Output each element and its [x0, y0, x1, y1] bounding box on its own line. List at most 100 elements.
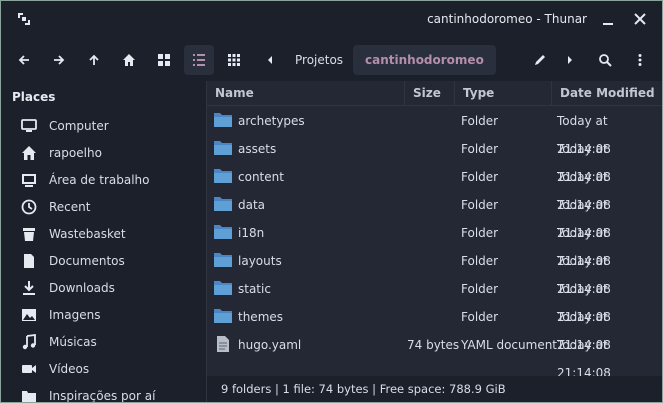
folder-icon: [214, 225, 232, 239]
sidebar-item-documentos[interactable]: Documentos: [21, 249, 125, 273]
file-list: Name Size Type Date Modified archetypes F…: [207, 81, 662, 402]
sidebar-item-label: Vídeos: [49, 362, 90, 376]
file-type: Folder: [461, 198, 499, 212]
computer-icon: [21, 119, 37, 132]
download-icon: [23, 281, 35, 295]
back-button[interactable]: [9, 45, 39, 75]
sidebar-item-label: Músicas: [49, 335, 97, 349]
sidebar-item-label: Recent: [49, 200, 91, 214]
column-header-date-modified[interactable]: Date Modified: [552, 81, 662, 105]
file-row[interactable]: layouts Folder Today at 21:14:08: [207, 247, 662, 296]
file-name: hugo.yaml: [238, 338, 302, 352]
sidebar-item-rapoelho[interactable]: rapoelho: [21, 141, 102, 165]
sidebar-item-label: Imagens: [49, 308, 101, 322]
sidebar-item-label: Documentos: [49, 254, 125, 268]
file-type: Folder: [461, 310, 499, 324]
sidebar-item-v-deos[interactable]: Vídeos: [21, 357, 89, 381]
file-name: themes: [238, 310, 284, 324]
kebab-menu-icon: [638, 54, 642, 66]
arrow-right-icon: [54, 55, 65, 65]
music-icon: [22, 334, 36, 350]
sidebar-item-m-sicas[interactable]: Músicas: [21, 330, 97, 354]
file-name: data: [238, 198, 266, 212]
file-date-modified: Today at 21:14:08: [557, 198, 611, 240]
sidebar-header: Places: [12, 90, 56, 104]
sidebar-item-label: Inspirações por aí: [49, 389, 156, 403]
file-name: static: [238, 282, 271, 296]
document-icon: [24, 254, 34, 268]
pencil-icon: [535, 55, 545, 65]
file-date-modified: Today at 21:14:08: [557, 254, 611, 296]
breadcrumb-current[interactable]: cantinhodoromeo: [353, 45, 496, 75]
close-icon[interactable]: [633, 12, 647, 26]
arrow-up-icon: [89, 54, 99, 65]
sidebar: Places Computer rapoelho Área de trabalho R…: [1, 81, 206, 402]
up-button[interactable]: [79, 45, 109, 75]
file-name: layouts: [238, 254, 282, 268]
folder-icon: [214, 197, 232, 211]
sidebar-item-computer[interactable]: Computer: [21, 114, 109, 138]
sidebar-item-recent[interactable]: Recent: [21, 195, 90, 219]
file-row[interactable]: i18n Folder Today at 21:14:08: [207, 219, 662, 268]
file-type: Folder: [461, 254, 499, 268]
column-header-name[interactable]: Name: [207, 81, 405, 105]
file-type: Folder: [461, 114, 499, 128]
folder-icon: [214, 169, 232, 183]
sidebar-item-label: Área de trabalho: [49, 173, 150, 187]
file-row[interactable]: data Folder Today at 21:14:08: [207, 191, 662, 240]
menu-button[interactable]: [625, 45, 655, 75]
breadcrumb-scroll-right-button[interactable]: [555, 45, 585, 75]
sidebar-item--rea-de-trabalho[interactable]: Área de trabalho: [21, 168, 150, 192]
folder-icon: [214, 141, 232, 155]
home-button[interactable]: [114, 45, 144, 75]
app-menu-icon[interactable]: [17, 12, 31, 26]
sidebar-item-label: rapoelho: [49, 146, 102, 160]
clock-icon: [21, 199, 37, 215]
folder-icon: [214, 309, 232, 323]
sidebar-item-wastebasket[interactable]: Wastebasket: [21, 222, 126, 246]
file-row[interactable]: themes Folder Today at 21:14:08: [207, 303, 662, 352]
minimize-icon[interactable]: [601, 12, 615, 26]
file-type: Folder: [461, 170, 499, 184]
forward-button[interactable]: [44, 45, 74, 75]
file-date-modified: Today at 21:14:08: [557, 338, 611, 380]
folder-icon: [214, 113, 232, 127]
file-date-modified: Today at 21:14:08: [557, 114, 611, 156]
sidebar-item-label: Computer: [49, 119, 109, 133]
icon-view-button[interactable]: [149, 45, 179, 75]
trash-icon: [23, 228, 35, 241]
thunar-window: cantinhodoromeo - Thunar Projetos cantin…: [0, 0, 663, 403]
compact-view-button[interactable]: [219, 45, 249, 75]
sidebar-item-imagens[interactable]: Imagens: [21, 303, 100, 327]
sidebar-item-downloads[interactable]: Downloads: [21, 276, 115, 300]
breadcrumb-scroll-left-button[interactable]: [255, 45, 285, 75]
file-row[interactable]: assets Folder Today at 21:14:08: [207, 135, 662, 184]
sidebar-item-inspira-es-por-a-[interactable]: Inspirações por aí: [21, 384, 156, 403]
column-header-size[interactable]: Size: [405, 81, 455, 105]
file-type: Folder: [461, 142, 499, 156]
sidebar-item-label: Downloads: [49, 281, 115, 295]
breadcrumb-projetos[interactable]: Projetos: [283, 45, 355, 75]
detailed-list-view-button[interactable]: [184, 45, 214, 75]
file-date-modified: Today at 21:14:08: [557, 226, 611, 268]
file-row[interactable]: hugo.yaml 74 bytes YAML document Today at 2…: [207, 331, 662, 380]
column-header-row: Name Size Type Date Modified: [207, 81, 662, 106]
window-title: cantinhodoromeo - Thunar: [427, 12, 587, 26]
search-button[interactable]: [590, 45, 620, 75]
column-header-type[interactable]: Type: [455, 81, 552, 105]
toolbar: Projetos cantinhodoromeo: [1, 39, 662, 81]
file-name: i18n: [238, 226, 265, 240]
arrow-left-icon: [18, 55, 29, 65]
text-file-icon: [217, 336, 229, 352]
file-row[interactable]: archetypes Folder Today at 21:14:08: [207, 107, 662, 156]
file-row[interactable]: content Folder Today at 21:14:08: [207, 163, 662, 212]
grid-small-icon: [228, 54, 240, 66]
grid-large-icon: [158, 54, 170, 66]
desktop-icon: [22, 174, 36, 187]
caret-right-icon: [568, 56, 572, 64]
file-type: Folder: [461, 226, 499, 240]
file-name: content: [238, 170, 284, 184]
file-size: 74 bytes: [407, 338, 460, 352]
edit-location-button[interactable]: [525, 45, 555, 75]
file-row[interactable]: static Folder Today at 21:14:08: [207, 275, 662, 324]
